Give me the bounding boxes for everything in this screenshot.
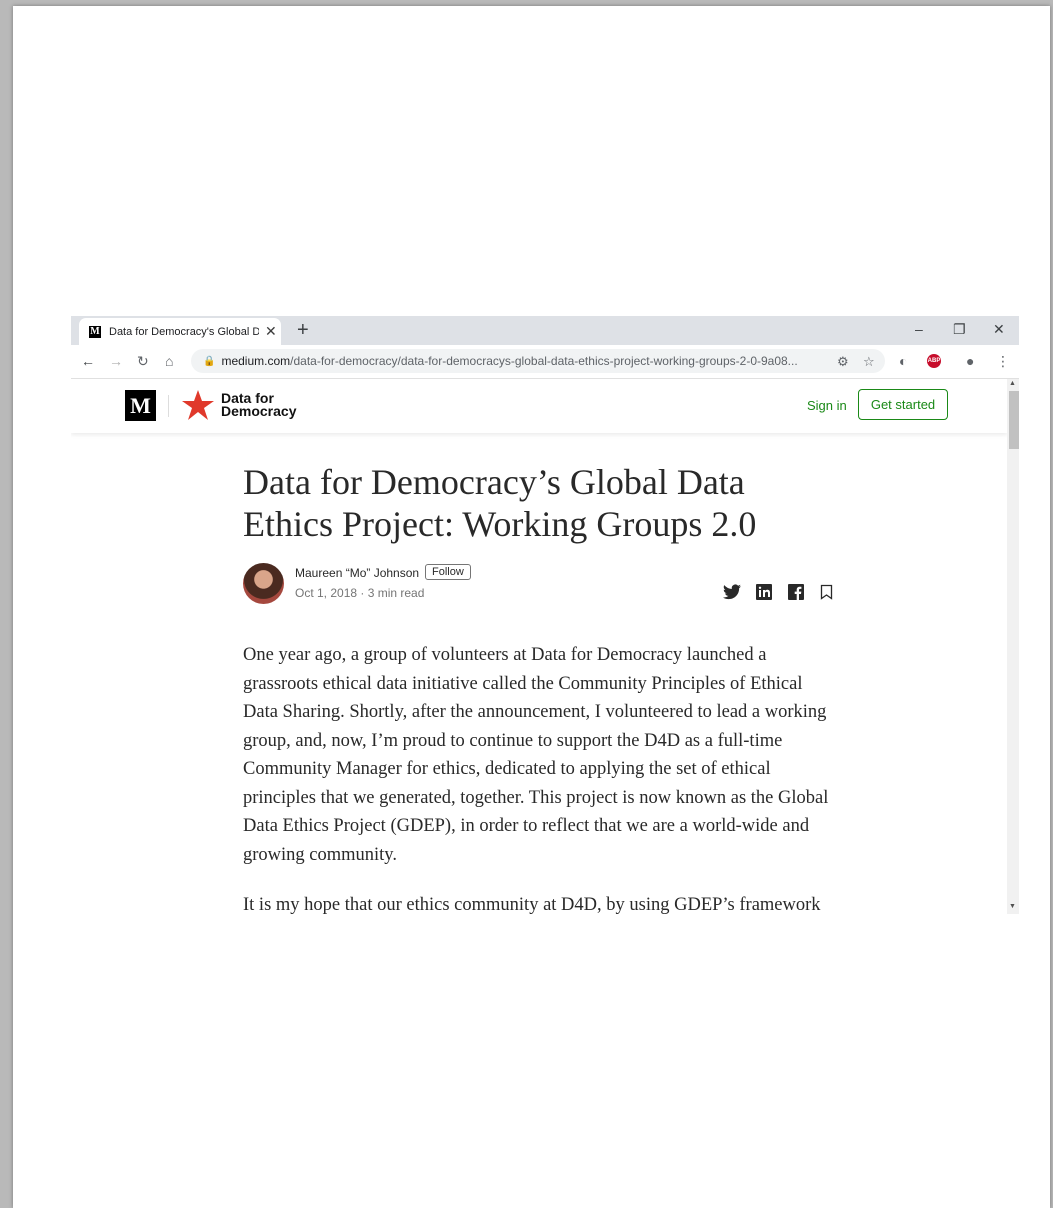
header-divider [168,395,169,417]
tab-active[interactable]: M Data for Democracy's Global Data Ethic… [79,318,281,345]
paragraph: One year ago, a group of volunteers at D… [243,645,829,865]
profile-icon[interactable]: ● [966,353,974,369]
window-close-icon[interactable]: ✕ [993,321,1005,338]
adblock-icon[interactable]: ABP [927,354,941,368]
home-icon[interactable]: ⌂ [165,353,173,369]
publication-name[interactable]: Data for Democracy [221,391,297,419]
article-body: One year ago, a group of volunteers at D… [243,641,833,914]
new-tab-button[interactable]: + [297,319,309,342]
site-settings-icon[interactable]: ⚙ [837,354,849,370]
sign-in-link[interactable]: Sign in [807,398,847,413]
address-bar[interactable]: 🔒 medium.com /data-for-democracy/data-fo… [191,349,885,373]
forward-icon[interactable]: → [109,353,123,369]
medium-logo[interactable]: M [125,390,156,421]
url-host: medium.com [221,354,291,368]
browser-toolbar: ← → ↻ ⌂ 🔒 medium.com /data-for-democracy… [71,345,1019,379]
menu-icon[interactable]: ⋮ [996,353,1010,370]
bookmark-star-icon[interactable]: ☆ [863,354,875,370]
author-name[interactable]: Maureen “Mo” Johnson [295,566,419,580]
linkedin-icon[interactable] [756,584,772,600]
paragraph: It is my hope that our ethics community … [243,895,821,914]
avatar[interactable] [243,563,284,604]
tab-strip: M Data for Democracy's Global Data Ethic… [71,316,1019,345]
scrollbar-thumb[interactable] [1009,391,1019,449]
extension-icon[interactable]: ◐ [899,353,907,369]
page-frame: M Data for Democracy's Global Data Ethic… [13,6,1050,1208]
article-meta: Oct 1, 2018 · 3 min read [295,586,425,600]
scroll-down-icon[interactable]: ▼ [1009,903,1016,910]
minimize-icon[interactable]: – [915,321,923,337]
follow-button[interactable]: Follow [425,564,471,580]
scroll-up-icon[interactable]: ▲ [1009,380,1016,387]
back-icon[interactable]: ← [81,353,95,369]
facebook-icon[interactable] [788,584,804,600]
lock-icon: 🔒 [203,355,216,367]
twitter-icon[interactable] [723,584,741,600]
browser-window: M Data for Democracy's Global Data Ethic… [71,316,1019,914]
url-path: /data-for-democracy/data-for-democracys-… [290,354,798,368]
article-title: Data for Democracy’s Global Data Ethics … [243,462,757,544]
page-content: M Data for Democracy Sign in Get started… [71,379,1007,914]
publication-name-line2: Democracy [221,403,297,419]
medium-favicon-icon: M [89,325,101,338]
get-started-button[interactable]: Get started [858,389,948,420]
restore-icon[interactable]: ❐ [953,321,966,338]
d4d-star-icon [182,390,214,420]
medium-header: M Data for Democracy Sign in Get started [71,379,1007,433]
tab-close-icon[interactable]: ✕ [265,323,277,340]
tab-title: Data for Democracy's Global Data Ethics … [109,325,259,338]
bookmark-icon[interactable] [820,584,833,600]
scrollbar[interactable]: ▲ ▼ [1007,379,1019,914]
reload-icon[interactable]: ↻ [137,353,149,370]
